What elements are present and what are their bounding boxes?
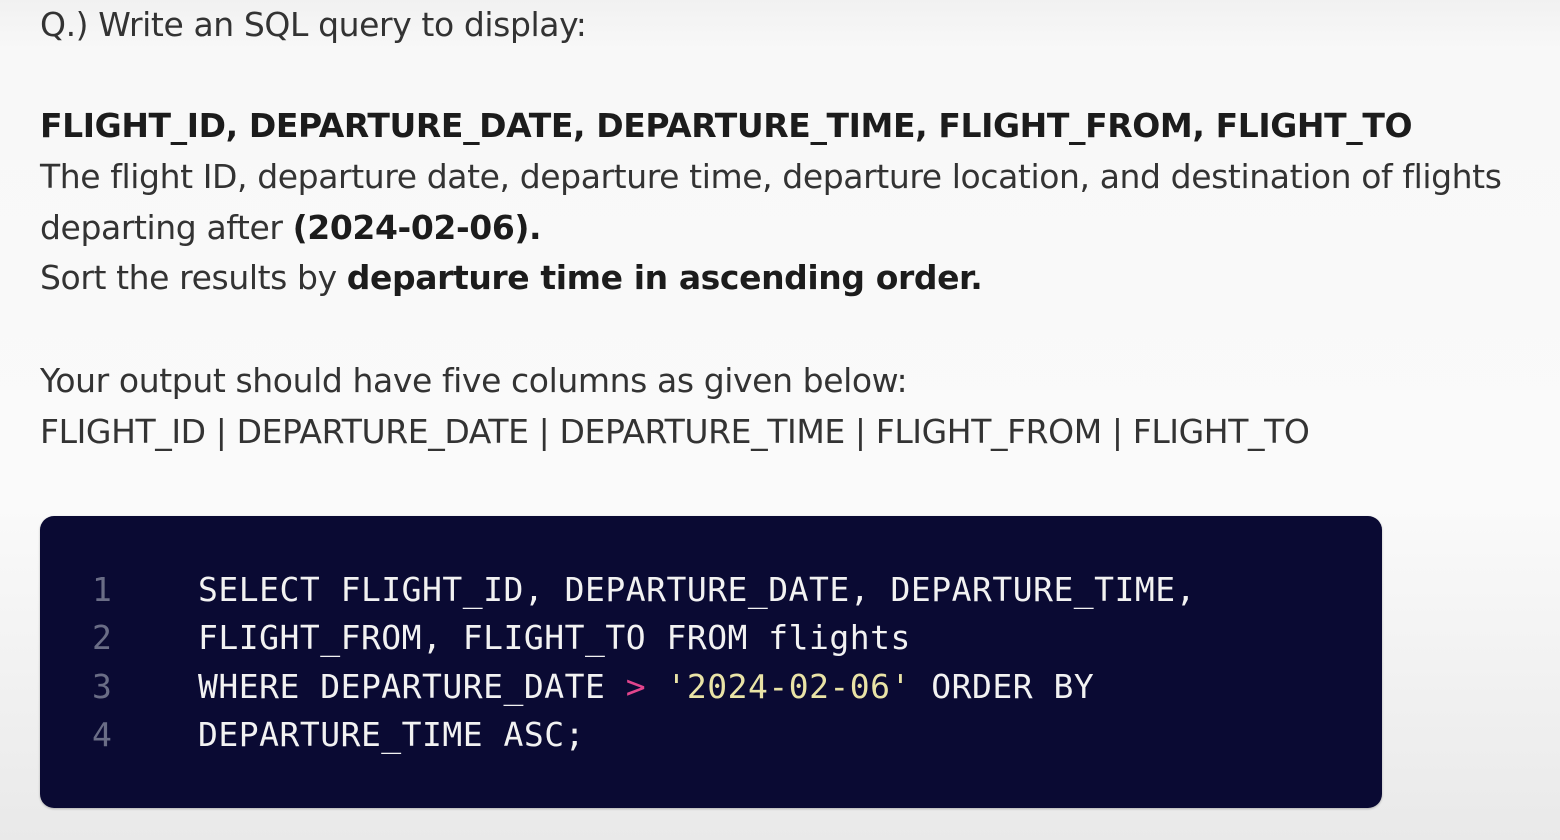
description-line-1: The flight ID, departure date, departure…	[40, 157, 1502, 196]
line-number: 3	[92, 667, 112, 706]
quote-open: '	[666, 667, 687, 706]
code-text: FLIGHT_FROM, FLIGHT_TO FROM flights	[198, 618, 911, 657]
sort-prefix: Sort the results by	[40, 258, 347, 297]
greater-than-operator: >	[625, 667, 647, 706]
where-clause: WHERE DEPARTURE_DATE	[198, 667, 626, 706]
description-line-2: departing after (2024-02-06).	[40, 208, 542, 248]
order-by-keyword: ORDER BY	[910, 667, 1095, 706]
columns-heading: FLIGHT_ID, DEPARTURE_DATE, DEPARTURE_TIM…	[40, 106, 1413, 145]
line-number: 2	[92, 618, 112, 657]
output-intro: Your output should have five columns as …	[40, 361, 908, 400]
cutoff-date: (2024-02-06).	[292, 208, 542, 247]
line-number: 1	[92, 570, 112, 609]
code-text: WHERE DEPARTURE_DATE > '2024-02-06' ORDE…	[198, 665, 1094, 709]
code-text: SELECT FLIGHT_ID, DEPARTURE_DATE, DEPART…	[198, 570, 1197, 609]
line-number: 4	[92, 715, 112, 754]
output-columns: FLIGHT_ID | DEPARTURE_DATE | DEPARTURE_T…	[40, 412, 1310, 451]
sort-instruction: Sort the results by departure time in as…	[40, 258, 983, 298]
description-prefix: departing after	[40, 208, 293, 247]
code-text: DEPARTURE_TIME ASC;	[198, 715, 585, 754]
sql-code-block: 1 SELECT FLIGHT_ID, DEPARTURE_DATE, DEPA…	[40, 516, 1382, 808]
date-string-literal: 2024-02-06	[686, 667, 891, 706]
question-prompt: Q.) Write an SQL query to display:	[40, 5, 587, 44]
sort-emphasis: departure time in ascending order.	[346, 258, 983, 297]
quote-close: '	[890, 667, 911, 706]
